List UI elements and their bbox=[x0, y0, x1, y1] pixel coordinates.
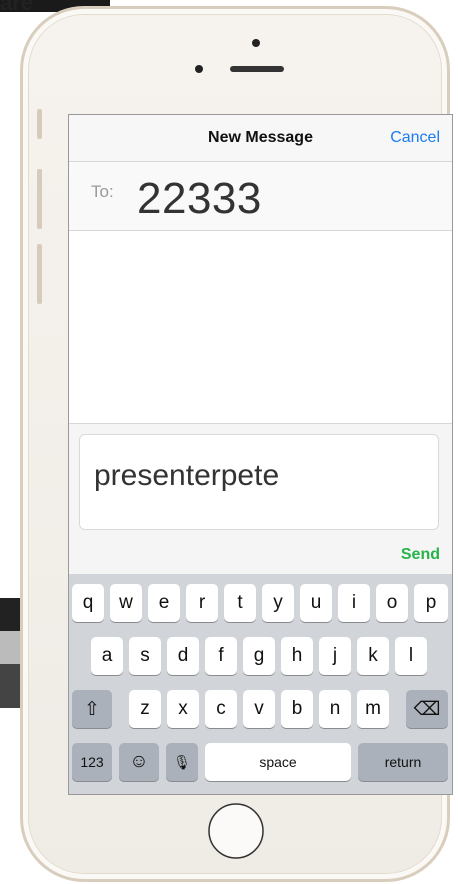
key-a[interactable]: a bbox=[91, 637, 123, 675]
message-input[interactable]: presenterpete bbox=[79, 434, 439, 530]
message-thread-area bbox=[69, 231, 452, 423]
key-f[interactable]: f bbox=[205, 637, 237, 675]
navigation-bar: New Message Cancel bbox=[69, 115, 452, 162]
key-r[interactable]: r bbox=[186, 584, 218, 622]
message-text: presenterpete bbox=[94, 459, 280, 492]
home-button[interactable] bbox=[207, 802, 265, 860]
proximity-sensor bbox=[195, 65, 203, 73]
compose-area: presenterpete Send bbox=[69, 423, 452, 574]
key-y[interactable]: y bbox=[262, 584, 294, 622]
background-partial-text: are bbox=[0, 0, 34, 15]
earpiece-speaker bbox=[230, 66, 284, 72]
key-p[interactable]: p bbox=[414, 584, 448, 622]
shift-key[interactable]: ⇧ bbox=[72, 690, 112, 728]
key-w[interactable]: w bbox=[110, 584, 142, 622]
key-c[interactable]: c bbox=[205, 690, 237, 728]
phone-screen: New Message Cancel To: 22333 presenterpe… bbox=[68, 114, 453, 795]
recipient-value[interactable]: 22333 bbox=[137, 174, 262, 224]
numbers-key[interactable]: 123 bbox=[72, 743, 112, 781]
key-v[interactable]: v bbox=[243, 690, 275, 728]
mute-switch bbox=[37, 109, 42, 139]
backspace-key[interactable]: ⌫ bbox=[406, 690, 448, 728]
keyboard: q w e r t y u i o p a s d f g h j k l ⇧ … bbox=[69, 574, 452, 794]
front-camera bbox=[252, 39, 260, 47]
key-x[interactable]: x bbox=[167, 690, 199, 728]
key-n[interactable]: n bbox=[319, 690, 351, 728]
key-u[interactable]: u bbox=[300, 584, 332, 622]
volume-up-button bbox=[37, 169, 42, 229]
phone-frame: New Message Cancel To: 22333 presenterpe… bbox=[20, 6, 453, 882]
emoji-key[interactable]: ☺ bbox=[119, 743, 159, 781]
key-m[interactable]: m bbox=[357, 690, 389, 728]
key-i[interactable]: i bbox=[338, 584, 370, 622]
key-q[interactable]: q bbox=[72, 584, 104, 622]
volume-down-button bbox=[37, 244, 42, 304]
key-k[interactable]: k bbox=[357, 637, 389, 675]
key-j[interactable]: j bbox=[319, 637, 351, 675]
key-s[interactable]: s bbox=[129, 637, 161, 675]
key-e[interactable]: e bbox=[148, 584, 180, 622]
return-key[interactable]: return bbox=[358, 743, 448, 781]
microphone-key[interactable]: 🎙 bbox=[166, 743, 198, 781]
space-key[interactable]: space bbox=[205, 743, 351, 781]
key-t[interactable]: t bbox=[224, 584, 256, 622]
key-b[interactable]: b bbox=[281, 690, 313, 728]
key-d[interactable]: d bbox=[167, 637, 199, 675]
key-o[interactable]: o bbox=[376, 584, 408, 622]
to-label: To: bbox=[91, 182, 114, 201]
cancel-button[interactable]: Cancel bbox=[390, 129, 440, 147]
key-h[interactable]: h bbox=[281, 637, 313, 675]
recipient-field[interactable]: To: 22333 bbox=[69, 162, 452, 231]
key-z[interactable]: z bbox=[129, 690, 161, 728]
send-button[interactable]: Send bbox=[401, 546, 440, 564]
key-g[interactable]: g bbox=[243, 637, 275, 675]
key-l[interactable]: l bbox=[395, 637, 427, 675]
